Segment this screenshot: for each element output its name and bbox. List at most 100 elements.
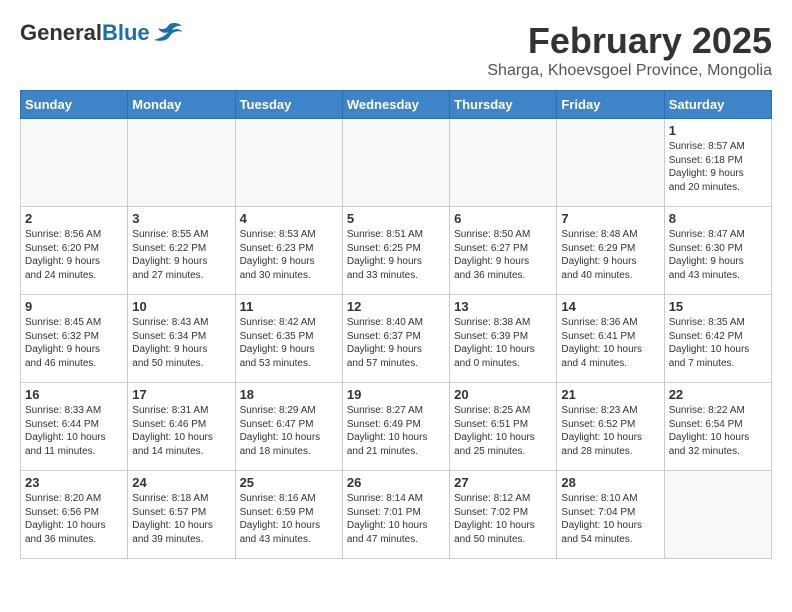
calendar-cell: 19 Sunrise: 8:27 AM Sunset: 6:49 PM Dayli… [342,383,449,471]
calendar-week-2: 2 Sunrise: 8:56 AM Sunset: 6:20 PM Daylig… [21,207,772,295]
calendar-cell: 5Sunrise: 8:51 AM Sunset: 6:25 PM Daylig… [342,207,449,295]
day-info: Sunrise: 8:10 AM Sunset: 7:04 PM Dayligh… [561,492,659,546]
calendar-cell: 18 Sunrise: 8:29 AM Sunset: 6:47 PM Dayli… [235,383,342,471]
calendar-cell [664,471,771,559]
logo: GeneralBlue [20,20,182,46]
calendar-cell [235,119,342,207]
day-number: 7 [561,211,659,226]
calendar-cell: 14 Sunrise: 8:36 AM Sunset: 6:41 PM Dayli… [557,295,664,383]
calendar-cell: 17 Sunrise: 8:31 AM Sunset: 6:46 PM Dayli… [128,383,235,471]
day-number: 20 [454,387,552,402]
calendar-week-5: 23 Sunrise: 8:20 AM Sunset: 6:56 PM Dayli… [21,471,772,559]
calendar-cell: 26 Sunrise: 8:14 AM Sunset: 7:01 PM Dayli… [342,471,449,559]
calendar-cell: 4 Sunrise: 8:53 AM Sunset: 6:23 PM Daylig… [235,207,342,295]
day-info: Sunrise: 8:27 AM Sunset: 6:49 PM Dayligh… [347,404,445,458]
calendar-cell: 2 Sunrise: 8:56 AM Sunset: 6:20 PM Daylig… [21,207,128,295]
calendar-cell: 13Sunrise: 8:38 AM Sunset: 6:39 PM Dayli… [450,295,557,383]
calendar-cell: 6 Sunrise: 8:50 AM Sunset: 6:27 PM Daylig… [450,207,557,295]
calendar-cell: 10 Sunrise: 8:43 AM Sunset: 6:34 PM Dayli… [128,295,235,383]
calendar-cell: 27Sunrise: 8:12 AM Sunset: 7:02 PM Dayli… [450,471,557,559]
day-number: 8 [669,211,767,226]
day-number: 9 [25,299,123,314]
day-number: 12 [347,299,445,314]
day-number: 14 [561,299,659,314]
day-info: Sunrise: 8:38 AM Sunset: 6:39 PM Dayligh… [454,316,552,370]
col-header-sunday: Sunday [21,91,128,119]
day-info: Sunrise: 8:18 AM Sunset: 6:57 PM Dayligh… [132,492,230,546]
day-number: 10 [132,299,230,314]
day-number: 1 [669,123,767,138]
calendar-cell: 12 Sunrise: 8:40 AM Sunset: 6:37 PM Dayli… [342,295,449,383]
day-info: Sunrise: 8:48 AM Sunset: 6:29 PM Dayligh… [561,228,659,282]
calendar-cell [450,119,557,207]
day-number: 16 [25,387,123,402]
col-header-wednesday: Wednesday [342,91,449,119]
day-info: Sunrise: 8:57 AM Sunset: 6:18 PM Dayligh… [669,140,767,194]
day-info: Sunrise: 8:56 AM Sunset: 6:20 PM Dayligh… [25,228,123,282]
day-number: 21 [561,387,659,402]
day-number: 25 [240,475,338,490]
calendar-cell [557,119,664,207]
day-number: 17 [132,387,230,402]
day-number: 2 [25,211,123,226]
day-number: 6 [454,211,552,226]
day-info: Sunrise: 8:55 AM Sunset: 6:22 PM Dayligh… [132,228,230,282]
day-info: Sunrise: 8:33 AM Sunset: 6:44 PM Dayligh… [25,404,123,458]
col-header-thursday: Thursday [450,91,557,119]
calendar-table: SundayMondayTuesdayWednesdayThursdayFrid… [20,90,772,559]
day-info: Sunrise: 8:50 AM Sunset: 6:27 PM Dayligh… [454,228,552,282]
day-info: Sunrise: 8:16 AM Sunset: 6:59 PM Dayligh… [240,492,338,546]
month-year: February 2025 [487,20,772,62]
calendar-cell: 8 Sunrise: 8:47 AM Sunset: 6:30 PM Daylig… [664,207,771,295]
day-info: Sunrise: 8:20 AM Sunset: 6:56 PM Dayligh… [25,492,123,546]
col-header-saturday: Saturday [664,91,771,119]
calendar-cell: 3 Sunrise: 8:55 AM Sunset: 6:22 PM Daylig… [128,207,235,295]
day-info: Sunrise: 8:36 AM Sunset: 6:41 PM Dayligh… [561,316,659,370]
day-info: Sunrise: 8:40 AM Sunset: 6:37 PM Dayligh… [347,316,445,370]
calendar-week-4: 16 Sunrise: 8:33 AM Sunset: 6:44 PM Dayli… [21,383,772,471]
location: Sharga, Khoevsgoel Province, Mongolia [487,62,772,80]
calendar-cell: 22Sunrise: 8:22 AM Sunset: 6:54 PM Dayli… [664,383,771,471]
day-number: 24 [132,475,230,490]
title-area: February 2025 Sharga, Khoevsgoel Provinc… [487,20,772,80]
day-info: Sunrise: 8:29 AM Sunset: 6:47 PM Dayligh… [240,404,338,458]
day-info: Sunrise: 8:47 AM Sunset: 6:30 PM Dayligh… [669,228,767,282]
day-number: 4 [240,211,338,226]
day-number: 23 [25,475,123,490]
calendar-cell: 24 Sunrise: 8:18 AM Sunset: 6:57 PM Dayli… [128,471,235,559]
page-header: GeneralBlue February 2025 Sharga, Khoevs… [20,20,772,80]
day-number: 19 [347,387,445,402]
calendar-cell: 11 Sunrise: 8:42 AM Sunset: 6:35 PM Dayli… [235,295,342,383]
day-info: Sunrise: 8:12 AM Sunset: 7:02 PM Dayligh… [454,492,552,546]
calendar-cell: 1 Sunrise: 8:57 AM Sunset: 6:18 PM Daylig… [664,119,771,207]
day-number: 26 [347,475,445,490]
calendar-cell [128,119,235,207]
logo-text: GeneralBlue [20,20,150,46]
calendar-week-3: 9 Sunrise: 8:45 AM Sunset: 6:32 PM Daylig… [21,295,772,383]
logo-bird-icon [154,22,182,44]
col-header-tuesday: Tuesday [235,91,342,119]
day-number: 15 [669,299,767,314]
calendar-cell: 28 Sunrise: 8:10 AM Sunset: 7:04 PM Dayli… [557,471,664,559]
calendar-cell: 15 Sunrise: 8:35 AM Sunset: 6:42 PM Dayli… [664,295,771,383]
day-info: Sunrise: 8:45 AM Sunset: 6:32 PM Dayligh… [25,316,123,370]
day-number: 5 [347,211,445,226]
day-info: Sunrise: 8:35 AM Sunset: 6:42 PM Dayligh… [669,316,767,370]
day-number: 28 [561,475,659,490]
day-info: Sunrise: 8:23 AM Sunset: 6:52 PM Dayligh… [561,404,659,458]
calendar-week-1: 1 Sunrise: 8:57 AM Sunset: 6:18 PM Daylig… [21,119,772,207]
day-info: Sunrise: 8:22 AM Sunset: 6:54 PM Dayligh… [669,404,767,458]
day-number: 11 [240,299,338,314]
calendar-cell: 23 Sunrise: 8:20 AM Sunset: 6:56 PM Dayli… [21,471,128,559]
day-number: 3 [132,211,230,226]
calendar-cell: 25 Sunrise: 8:16 AM Sunset: 6:59 PM Dayli… [235,471,342,559]
day-info: Sunrise: 8:14 AM Sunset: 7:01 PM Dayligh… [347,492,445,546]
day-info: Sunrise: 8:25 AM Sunset: 6:51 PM Dayligh… [454,404,552,458]
day-info: Sunrise: 8:31 AM Sunset: 6:46 PM Dayligh… [132,404,230,458]
day-info: Sunrise: 8:53 AM Sunset: 6:23 PM Dayligh… [240,228,338,282]
calendar-cell: 9 Sunrise: 8:45 AM Sunset: 6:32 PM Daylig… [21,295,128,383]
calendar-header-row: SundayMondayTuesdayWednesdayThursdayFrid… [21,91,772,119]
day-info: Sunrise: 8:43 AM Sunset: 6:34 PM Dayligh… [132,316,230,370]
day-info: Sunrise: 8:42 AM Sunset: 6:35 PM Dayligh… [240,316,338,370]
day-number: 18 [240,387,338,402]
